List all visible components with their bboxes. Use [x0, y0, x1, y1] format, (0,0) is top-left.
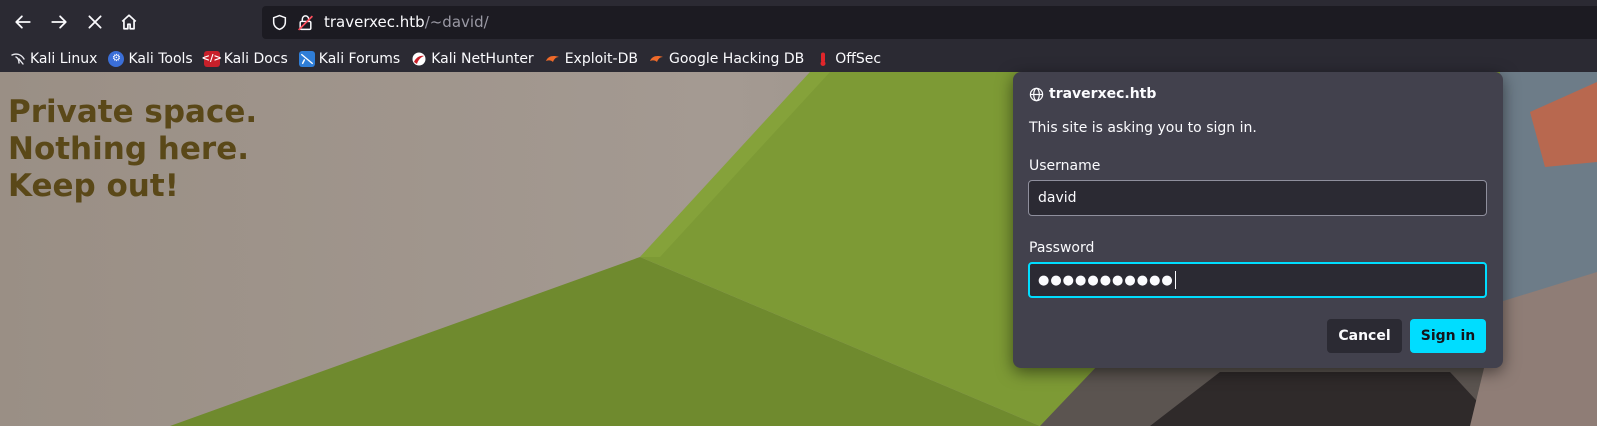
shield-icon: [272, 14, 287, 31]
password-label: Password: [1029, 240, 1095, 256]
bookmark-google-hacking-db[interactable]: Google Hacking DB: [649, 51, 804, 67]
bookmark-label: Kali Linux: [30, 50, 98, 67]
offsec-icon: [815, 51, 831, 67]
url-text[interactable]: traverxec.htb/~david/: [324, 6, 489, 39]
kali-tools-icon: ⚙: [108, 50, 125, 67]
bookmark-exploit-db[interactable]: Exploit-DB: [545, 51, 638, 67]
browser-toolbar: traverxec.htb/~david/: [0, 0, 1597, 45]
heading-line: Nothing here.: [8, 131, 249, 167]
bookmark-label: OffSec: [835, 50, 882, 67]
back-button[interactable]: [8, 7, 38, 37]
dialog-host: traverxec.htb: [1029, 84, 1156, 104]
bookmark-offsec[interactable]: OffSec: [815, 51, 881, 67]
dialog-message: This site is asking you to sign in.: [1029, 120, 1257, 136]
arrow-right-icon: [51, 15, 67, 29]
bookmark-label: Kali Docs: [223, 50, 288, 67]
url-host: traverxec.htb: [324, 13, 425, 31]
bookmark-label: Kali Tools: [128, 50, 193, 67]
exploit-db-icon: [545, 51, 561, 67]
home-button[interactable]: [114, 7, 144, 37]
sign-in-button[interactable]: Sign in: [1410, 319, 1486, 353]
bookmark-label: Google Hacking DB: [668, 50, 805, 67]
globe-icon: [1029, 87, 1044, 101]
kali-dragon-icon: [10, 51, 26, 67]
page-heading: Private space. Nothing here. Keep out!: [8, 94, 257, 205]
close-icon: [88, 15, 102, 29]
password-input[interactable]: ●●●●●●●●●●●: [1028, 262, 1487, 298]
dialog-host-text: traverxec.htb: [1049, 86, 1157, 102]
url-bar[interactable]: traverxec.htb/~david/: [262, 6, 1597, 39]
forward-button[interactable]: [44, 7, 74, 37]
kali-forums-icon: [298, 50, 315, 67]
url-path: /~david/: [424, 13, 489, 31]
stop-button[interactable]: [80, 7, 110, 37]
kali-nethunter-icon: [411, 51, 427, 67]
bookmark-label: Kali Forums: [318, 50, 401, 67]
bookmark-kali-tools[interactable]: ⚙ Kali Tools: [108, 50, 193, 67]
text-caret: [1174, 271, 1176, 289]
bookmark-kali-docs[interactable]: </> Kali Docs: [202, 50, 288, 67]
username-input[interactable]: david: [1028, 180, 1487, 216]
home-icon: [121, 14, 137, 30]
bookmark-kali-nethunter[interactable]: Kali NetHunter: [411, 50, 534, 67]
username-label: Username: [1029, 158, 1101, 174]
lock-insecure-icon[interactable]: [297, 14, 314, 31]
auth-dialog: traverxec.htb This site is asking you to…: [1013, 72, 1503, 368]
bookmark-kali-forums[interactable]: Kali Forums: [298, 50, 401, 67]
heading-line: Keep out!: [8, 168, 179, 204]
username-value: david: [1038, 190, 1077, 206]
bookmark-label: Exploit-DB: [564, 50, 638, 67]
heading-line: Private space.: [8, 94, 258, 130]
arrow-left-icon: [15, 15, 31, 29]
bookmark-kali-linux[interactable]: Kali Linux: [10, 51, 97, 67]
bookmarks-toolbar: Kali Linux ⚙ Kali Tools </> Kali Docs Ka…: [0, 45, 1597, 72]
cancel-button[interactable]: Cancel: [1327, 319, 1402, 353]
password-value: ●●●●●●●●●●●: [1038, 273, 1174, 288]
ghdb-icon: [649, 51, 665, 67]
kali-docs-icon: </>: [202, 50, 222, 67]
bookmark-label: Kali NetHunter: [431, 50, 534, 67]
